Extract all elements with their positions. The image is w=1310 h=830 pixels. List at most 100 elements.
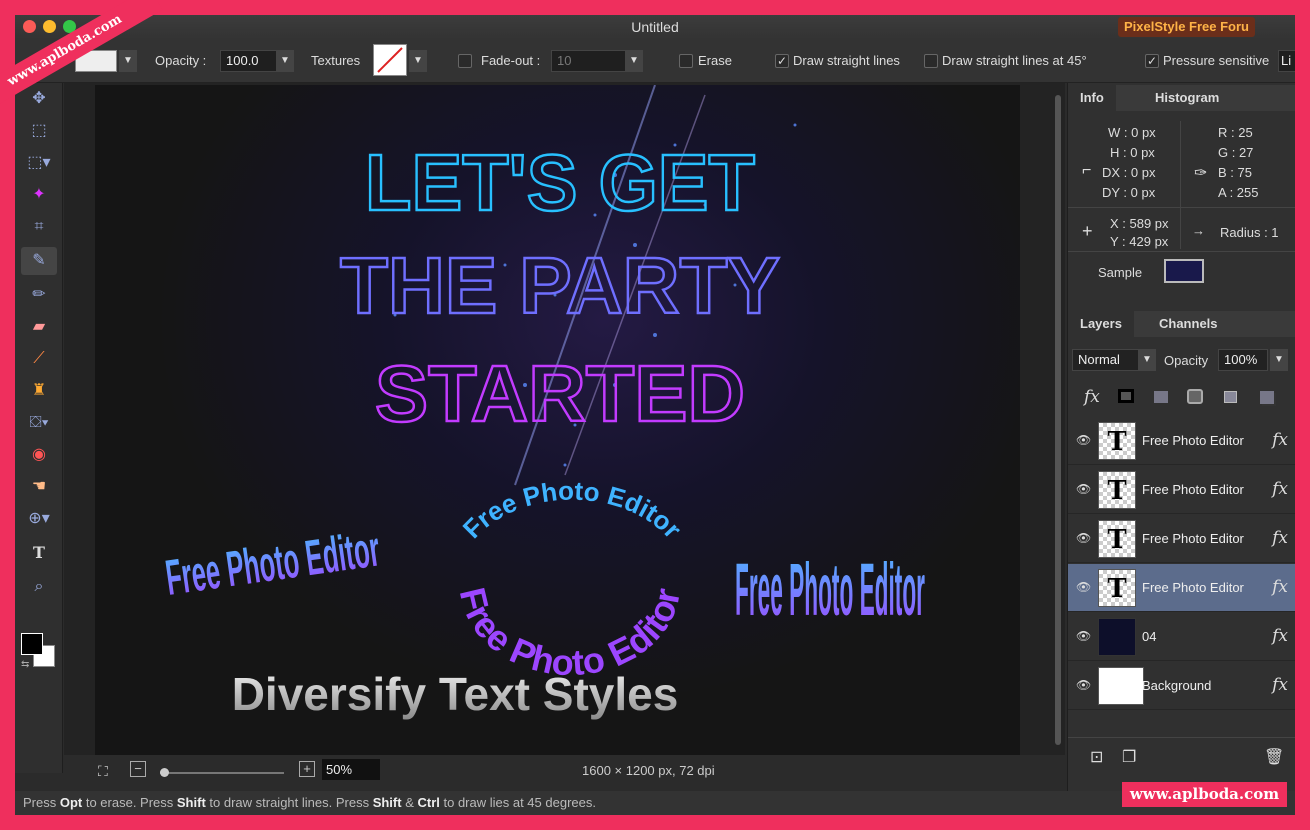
radius-icon: → <box>1192 223 1205 238</box>
fadeout-checkbox[interactable] <box>458 54 472 68</box>
glow-style-icon[interactable] <box>1187 389 1203 404</box>
layer-fx-icon[interactable]: fx <box>1272 626 1288 646</box>
stamp-tool-icon[interactable]: ♜ <box>21 377 57 405</box>
layer-fx-icon[interactable]: fx <box>1272 528 1288 548</box>
brand-badge[interactable]: PixelStyle Free Foru <box>1118 17 1255 37</box>
status-text-5: to draw lies at 45 degrees. <box>439 795 596 810</box>
tab-channels[interactable]: Channels <box>1147 311 1230 337</box>
opacity-input[interactable]: 100.0 <box>220 50 278 72</box>
layer-fx-icon[interactable]: fx <box>1272 430 1288 450</box>
hand-tool-icon[interactable]: ☚ <box>21 473 57 501</box>
visibility-eye-icon[interactable]: 👁 <box>1076 678 1091 692</box>
new-layer-icon[interactable]: ⊡ <box>1090 747 1103 767</box>
info-divider <box>1068 207 1295 208</box>
visibility-eye-icon[interactable]: 👁 <box>1076 433 1091 447</box>
red-eye-tool-icon[interactable]: ◉ <box>21 441 57 469</box>
magic-wand-icon[interactable]: ✦ <box>21 181 57 209</box>
layer-row[interactable]: 👁 Background fx <box>1068 662 1295 710</box>
shadow-style-icon[interactable] <box>1154 391 1168 403</box>
erase-label: Erase <box>698 53 732 68</box>
straight-45-checkbox[interactable] <box>924 54 938 68</box>
brush-preset-dropdown[interactable]: ▼ <box>119 50 137 72</box>
brush-tool-icon[interactable]: ✎ <box>21 247 57 275</box>
text-layer-thumb: T <box>1098 520 1136 558</box>
pencil-tool-icon[interactable]: ✏ <box>21 281 57 309</box>
fadeout-dropdown[interactable]: ▼ <box>625 50 643 72</box>
swap-colors-icon[interactable]: ⇆ <box>21 659 29 670</box>
document-canvas[interactable]: LET'S GET THE PARTY STARTED Free Photo E… <box>95 85 1020 755</box>
headline-line-2: THE PARTY <box>340 241 780 330</box>
layer-name: Free Photo Editor <box>1142 433 1244 448</box>
pressure-label: Pressure sensitive <box>1163 53 1270 68</box>
layer-fx-icon[interactable]: fx <box>1272 675 1288 695</box>
minimize-window-button[interactable] <box>43 20 56 33</box>
blend-mode-select[interactable]: Normal <box>1072 349 1140 371</box>
text-layer-thumb: T <box>1098 569 1136 607</box>
zoom-input[interactable]: 50% <box>322 759 380 780</box>
canvas-area[interactable]: LET'S GET THE PARTY STARTED Free Photo E… <box>64 83 1065 755</box>
straight-lines-checkbox[interactable]: ✓ <box>775 54 789 68</box>
eyedropper-tool-icon[interactable]: ⟋ <box>21 345 57 373</box>
delete-layer-icon[interactable]: 🗑 <box>1264 747 1284 767</box>
info-b: B : 75 <box>1218 165 1252 180</box>
text-tool-icon[interactable]: T <box>21 539 57 567</box>
texture-dropdown[interactable]: ▼ <box>409 50 427 72</box>
bucket-tool-icon[interactable]: ⛋▾ <box>21 409 57 437</box>
no-texture-icon <box>377 47 403 73</box>
tab-histogram[interactable]: Histogram <box>1143 85 1231 111</box>
zoom-out-icon[interactable]: − <box>130 761 146 777</box>
erase-checkbox[interactable] <box>679 54 693 68</box>
crop-tool-icon[interactable]: ⌗ <box>21 213 57 241</box>
layer-opacity-dropdown[interactable]: ▼ <box>1270 349 1288 371</box>
info-tabs: Info Histogram <box>1068 85 1295 111</box>
options-toolbar: ▼ Opacity : 100.0 ▼ Textures ▼ Fade-out … <box>15 39 1295 83</box>
layer-row[interactable]: 👁 04 fx <box>1068 613 1295 661</box>
pressure-checkbox[interactable]: ✓ <box>1145 54 1159 68</box>
visibility-eye-icon[interactable]: 👁 <box>1076 580 1091 594</box>
vertical-scrollbar[interactable] <box>1055 95 1061 745</box>
marquee-tool-icon[interactable]: ⬚▾ <box>21 149 57 177</box>
fit-screen-icon[interactable]: ⛶ <box>98 763 108 780</box>
document-size: 1600 × 1200 px, 72 dpi <box>582 763 715 778</box>
layer-fx-icon[interactable]: fx <box>1272 479 1288 499</box>
layer-name: Free Photo Editor <box>1142 482 1244 497</box>
move-tool-icon[interactable]: ✥ <box>21 85 57 113</box>
arc-text-top: Free Photo Editor <box>457 475 688 544</box>
zoom-tool-icon[interactable]: ⊕▾ <box>21 505 57 533</box>
texture-swatch[interactable] <box>373 44 407 76</box>
layers-divider <box>1068 737 1295 738</box>
eraser-tool-icon[interactable]: ▰ <box>21 313 57 341</box>
close-window-button[interactable] <box>23 20 36 33</box>
transform-tool-icon[interactable]: ⬚ <box>21 117 57 145</box>
layer-fx-icon[interactable]: fx <box>1084 387 1100 407</box>
layer-row[interactable]: 👁 T Free Photo Editor fx <box>1068 466 1295 514</box>
layer-row-selected[interactable]: 👁 T Free Photo Editor fx <box>1068 564 1295 612</box>
layer-row[interactable]: 👁 T Free Photo Editor fx <box>1068 417 1295 465</box>
layer-row[interactable]: 👁 T Free Photo Editor fx <box>1068 515 1295 563</box>
inner-shadow-style-icon[interactable] <box>1260 391 1274 404</box>
layer-name: Free Photo Editor <box>1142 531 1244 546</box>
visibility-eye-icon[interactable]: 👁 <box>1076 531 1091 545</box>
blend-mode-dropdown[interactable]: ▼ <box>1138 349 1156 371</box>
info-w: W : 0 px <box>1108 125 1156 140</box>
visibility-eye-icon[interactable]: 👁 <box>1076 629 1091 643</box>
straight-45-label: Draw straight lines at 45° <box>942 53 1087 68</box>
zoom-slider-handle[interactable] <box>160 768 169 777</box>
status-text-1: Press <box>23 795 60 810</box>
layer-opacity-input[interactable]: 100% <box>1218 349 1268 371</box>
duplicate-layer-icon[interactable]: ❐ <box>1122 747 1136 767</box>
opacity-dropdown[interactable]: ▼ <box>276 50 294 72</box>
tab-info[interactable]: Info <box>1068 85 1116 111</box>
info-y: Y : 429 px <box>1110 234 1169 249</box>
toolbar-overflow-field[interactable]: Li <box>1278 50 1295 72</box>
visibility-eye-icon[interactable]: 👁 <box>1076 482 1091 496</box>
layer-fx-icon[interactable]: fx <box>1272 577 1288 597</box>
info-a: A : 255 <box>1218 185 1259 200</box>
foreground-color-swatch[interactable] <box>21 633 43 655</box>
zoom-in-icon[interactable]: + <box>299 761 315 777</box>
zoom-slider[interactable] <box>160 768 284 777</box>
stroke-style-icon[interactable] <box>1118 389 1134 403</box>
tab-layers[interactable]: Layers <box>1068 311 1134 337</box>
bevel-style-icon[interactable] <box>1224 391 1237 403</box>
magnifier-tool-icon[interactable]: ⌕ <box>21 573 57 601</box>
